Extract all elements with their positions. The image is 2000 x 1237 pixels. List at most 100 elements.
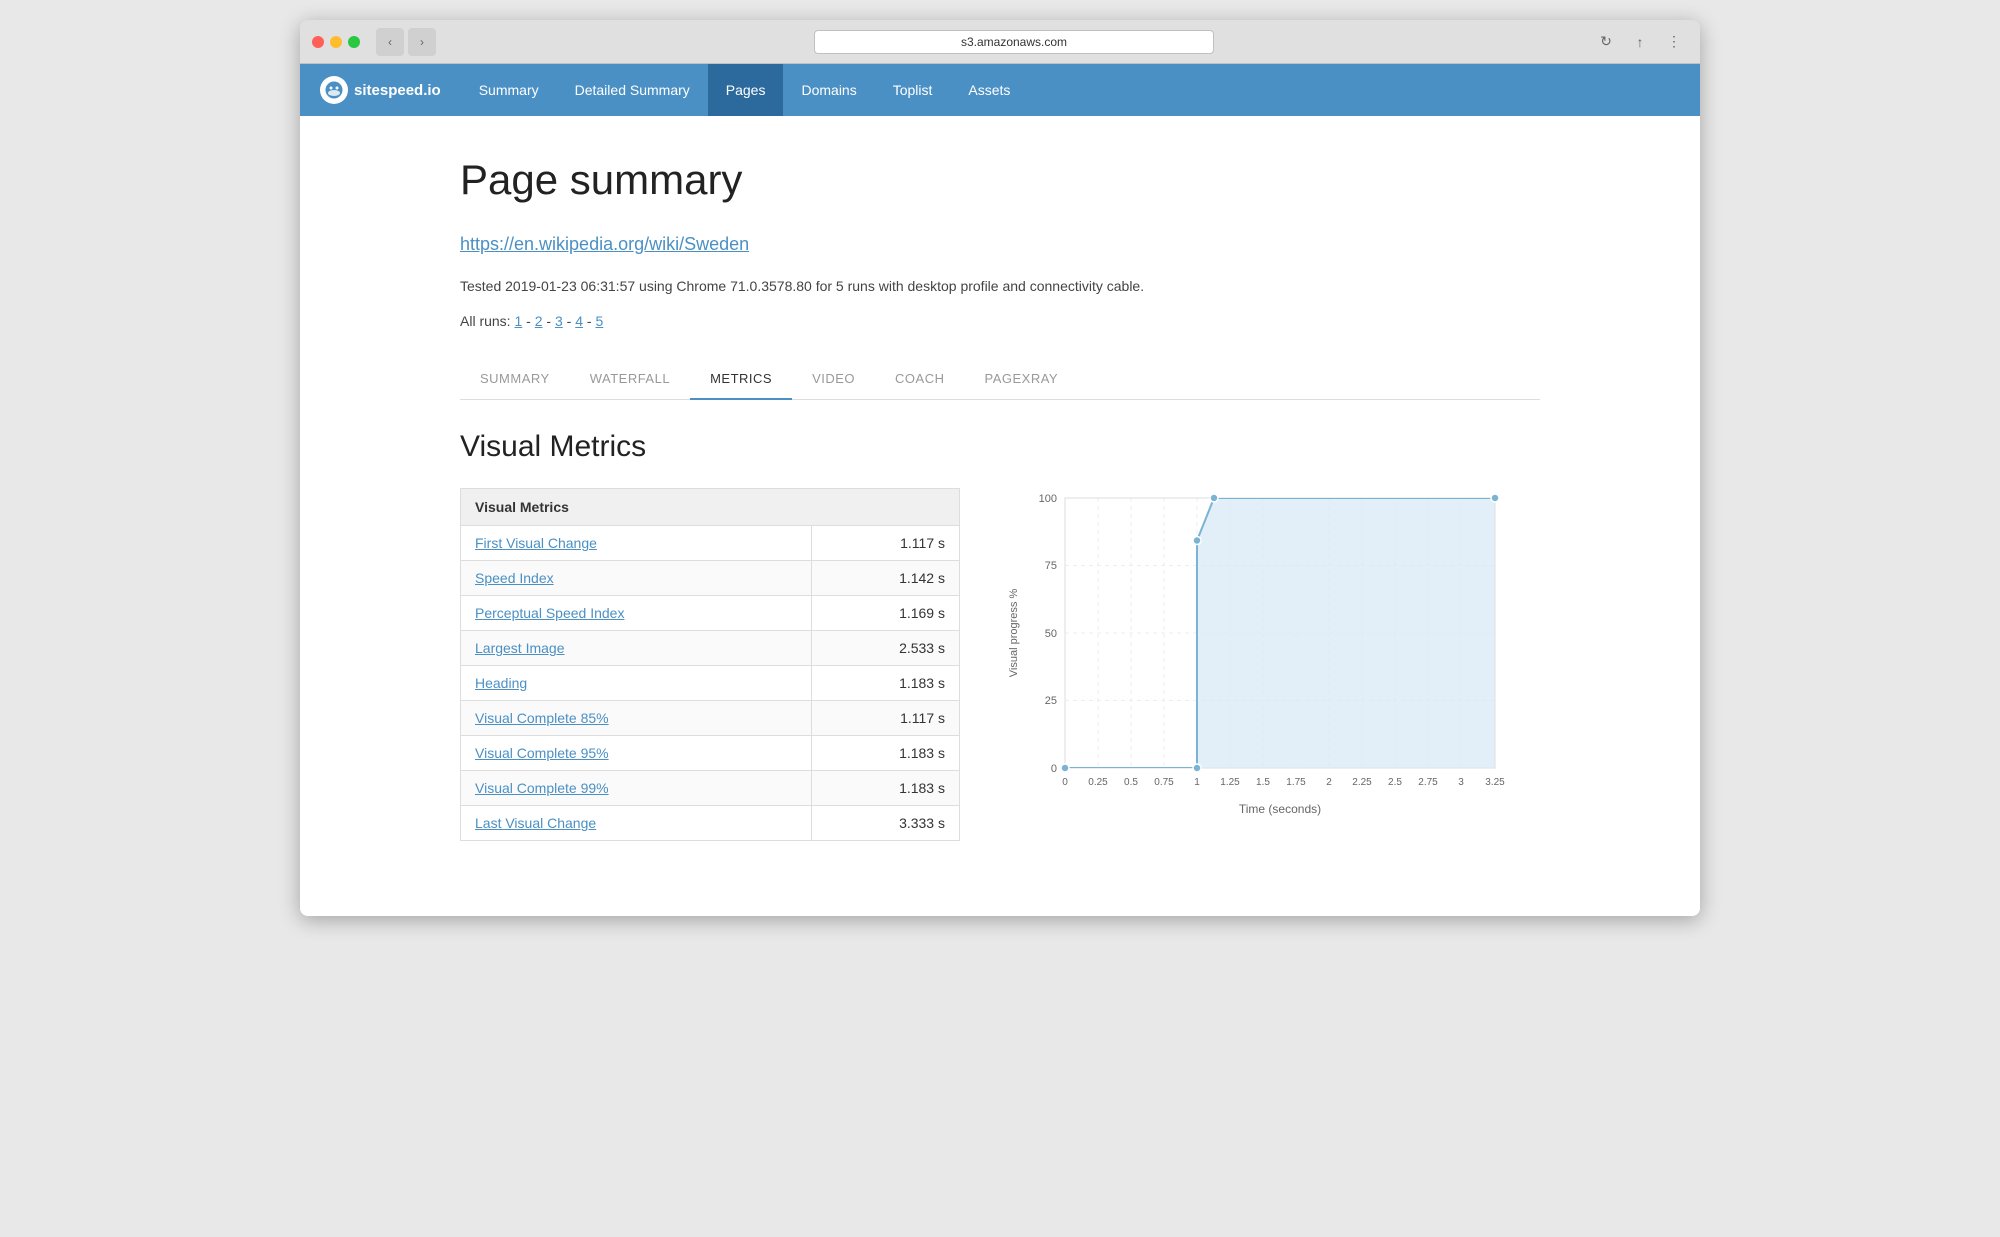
metric-link[interactable]: Largest Image [475,640,565,656]
table-row: Last Visual Change 3.333 s [461,806,960,841]
metric-value: 1.183 s [812,736,960,771]
content-wrapper: Page summary https://en.wikipedia.org/wi… [400,116,1600,901]
tab-summary[interactable]: SUMMARY [460,359,570,400]
x-label-2: 2 [1326,777,1332,788]
y-label-25: 25 [1045,695,1057,707]
run-3-link[interactable]: 3 [555,313,563,329]
all-runs-label: All runs: [460,313,511,329]
chart-svg-wrapper: 100 75 50 25 0 0 0.25 0.5 0.75 1 1.25 [990,488,1540,833]
tab-pagexray[interactable]: PAGEXRAY [965,359,1079,400]
nav-item-detailed-summary[interactable]: Detailed Summary [557,64,708,116]
nav-item-pages[interactable]: Pages [708,64,784,116]
x-label-175: 1.75 [1286,777,1306,788]
nav-item-assets[interactable]: Assets [950,64,1028,116]
x-axis-label: Time (seconds) [1239,802,1321,816]
run-1-link[interactable]: 1 [514,313,522,329]
run-2-link[interactable]: 2 [535,313,543,329]
refresh-button[interactable]: ↻ [1592,28,1620,56]
tab-video[interactable]: VIDEO [792,359,875,400]
x-label-15: 1.5 [1256,777,1270,788]
nav-item-toplist[interactable]: Toplist [875,64,951,116]
y-label-50: 50 [1045,628,1057,640]
metric-link[interactable]: Heading [475,675,527,691]
metric-link[interactable]: Visual Complete 95% [475,745,609,761]
chart-point-1 [1193,764,1201,772]
tabs-container: SUMMARY WATERFALL METRICS VIDEO COACH PA… [460,359,1540,400]
x-label-075: 0.75 [1154,777,1174,788]
metrics-table-container: Visual Metrics First Visual Change 1.117 … [460,488,960,841]
x-label-225: 2.25 [1352,777,1372,788]
run-5-link[interactable]: 5 [595,313,603,329]
metric-label: Largest Image [461,631,812,666]
table-row: First Visual Change 1.117 s [461,526,960,561]
tab-coach[interactable]: COACH [875,359,964,400]
metric-label: Visual Complete 99% [461,771,812,806]
maximize-button[interactable] [348,36,360,48]
chart-container: 100 75 50 25 0 0 0.25 0.5 0.75 1 1.25 [990,488,1540,833]
metrics-table: Visual Metrics First Visual Change 1.117 … [460,488,960,841]
metric-value: 1.117 s [812,526,960,561]
metric-value: 1.183 s [812,666,960,701]
metric-value: 1.169 s [812,596,960,631]
run-4-link[interactable]: 4 [575,313,583,329]
metric-link[interactable]: Visual Complete 85% [475,710,609,726]
all-runs: All runs: 1 - 2 - 3 - 4 - 5 [460,313,1540,329]
nav-item-summary[interactable]: Summary [461,64,557,116]
x-label-1: 1 [1194,777,1200,788]
back-button[interactable]: ‹ [376,28,404,56]
metric-link[interactable]: Visual Complete 99% [475,780,609,796]
metric-value: 1.183 s [812,771,960,806]
page-description: Tested 2019-01-23 06:31:57 using Chrome … [460,275,1540,297]
metric-label: Speed Index [461,561,812,596]
metric-label: First Visual Change [461,526,812,561]
metric-link[interactable]: Perceptual Speed Index [475,605,624,621]
x-label-25: 2.5 [1388,777,1402,788]
metric-link[interactable]: Speed Index [475,570,554,586]
metric-label: Visual Complete 85% [461,701,812,736]
y-label-75: 75 [1045,560,1057,572]
tab-metrics[interactable]: METRICS [690,359,792,400]
table-header: Visual Metrics [461,489,960,526]
browser-titlebar: ‹ › s3.amazonaws.com ↻ ↑ ⋮ [300,20,1700,64]
address-bar-container: s3.amazonaws.com [444,30,1584,54]
tab-waterfall[interactable]: WATERFALL [570,359,690,400]
forward-button[interactable]: › [408,28,436,56]
visual-metrics-title: Visual Metrics [460,430,1540,464]
metrics-layout: Visual Metrics First Visual Change 1.117 … [460,488,1540,841]
table-row: Perceptual Speed Index 1.169 s [461,596,960,631]
metric-value: 1.142 s [812,561,960,596]
nav-item-domains[interactable]: Domains [783,64,874,116]
table-row: Heading 1.183 s [461,666,960,701]
metric-label: Last Visual Change [461,806,812,841]
x-label-025: 0.25 [1088,777,1108,788]
close-button[interactable] [312,36,324,48]
nav-items: Summary Detailed Summary Pages Domains T… [461,64,1029,116]
nav-buttons: ‹ › [376,28,436,56]
logo-icon [320,76,348,104]
page-url[interactable]: https://en.wikipedia.org/wiki/Sweden [460,234,749,255]
chart-point-4 [1491,494,1499,502]
address-bar[interactable]: s3.amazonaws.com [814,30,1214,54]
share-button[interactable]: ↑ [1626,28,1654,56]
page-title: Page summary [460,156,1540,204]
menu-button[interactable]: ⋮ [1660,28,1688,56]
chart-point-3 [1210,494,1218,502]
y-label-100: 100 [1039,493,1057,505]
visual-progress-chart: 100 75 50 25 0 0 0.25 0.5 0.75 1 1.25 [990,488,1540,828]
table-row: Visual Complete 95% 1.183 s [461,736,960,771]
metric-label: Perceptual Speed Index [461,596,812,631]
minimize-button[interactable] [330,36,342,48]
chart-point-0 [1061,764,1069,772]
metric-value: 3.333 s [812,806,960,841]
x-label-3: 3 [1458,777,1464,788]
metric-link[interactable]: Last Visual Change [475,815,596,831]
metric-link[interactable]: First Visual Change [475,535,597,551]
browser-controls-right: ↻ ↑ ⋮ [1592,28,1688,56]
metric-value: 2.533 s [812,631,960,666]
y-label-0: 0 [1051,763,1057,775]
nav-logo[interactable]: sitespeed.io [320,76,441,104]
navbar: sitespeed.io Summary Detailed Summary Pa… [300,64,1700,116]
metric-value: 1.117 s [812,701,960,736]
table-row: Largest Image 2.533 s [461,631,960,666]
metric-label: Heading [461,666,812,701]
